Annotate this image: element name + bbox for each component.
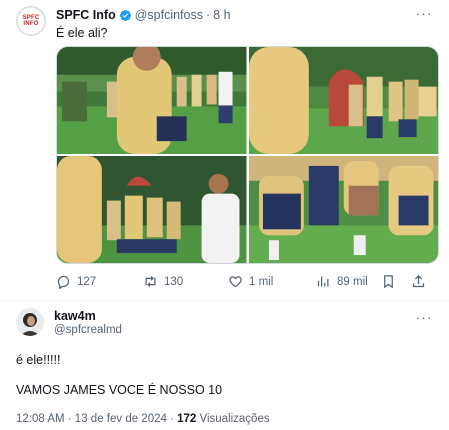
more-options-button[interactable]: ··· [413, 5, 435, 21]
spfc-logo: SPFC INFO [18, 8, 44, 34]
reply-views-count: 172 [177, 413, 197, 425]
verified-badge-icon [119, 9, 132, 22]
heart-icon [229, 276, 242, 288]
reply-text-line2: VAMOS JAMES VOCE É NOSSO 10 [16, 383, 223, 397]
reply-metadata: 12:08 AM · 13 de fev de 2024 · 172 Visua… [16, 413, 270, 425]
photo-2[interactable] [248, 47, 438, 154]
avatar-logo-line2: INFO [23, 21, 39, 27]
bookmark-icon [384, 275, 393, 289]
photo-3[interactable] [57, 156, 247, 263]
reply-button[interactable]: 127 [56, 274, 96, 289]
retweet-count: 130 [164, 275, 184, 288]
tweet-actions: 127 130 1 mil 89 mil [56, 274, 439, 292]
author-name[interactable]: SPFC Info [56, 8, 116, 22]
like-button[interactable]: 1 mil [228, 274, 273, 289]
tweet-text: É ele ali? [56, 26, 108, 40]
original-tweet[interactable]: SPFC INFO SPFC Info @spfcinfoss · 8 h ··… [0, 0, 449, 300]
reply-icon [57, 275, 70, 289]
reply-views-label: Visualizações [196, 413, 270, 425]
reply-text-line1: é ele!!!!! [16, 353, 61, 367]
header-separator: · [206, 8, 211, 22]
tweet-header: SPFC Info @spfcinfoss · 8 h [56, 8, 231, 22]
views-count: 89 mil [337, 275, 368, 288]
views-chart-icon [317, 276, 329, 287]
bookmark-button[interactable] [381, 274, 396, 289]
author-handle[interactable]: @spfcinfoss [135, 8, 203, 22]
spfc-avatar[interactable]: SPFC INFO [16, 6, 46, 36]
like-count: 1 mil [249, 275, 274, 288]
share-button[interactable] [411, 274, 426, 289]
media-grid [56, 46, 439, 264]
tweet-time[interactable]: 8 h [213, 8, 230, 22]
photo-1[interactable] [57, 47, 247, 154]
reply-timestamp[interactable]: 12:08 AM · 13 de fev de 2024 · [16, 413, 177, 425]
photo-4[interactable] [248, 156, 438, 263]
divider [0, 300, 449, 301]
views-button[interactable]: 89 mil [316, 274, 368, 289]
reply-author-handle[interactable]: @spfcrealmd [54, 324, 122, 336]
retweet-button[interactable]: 130 [143, 274, 183, 289]
reply-count: 127 [77, 275, 97, 288]
share-icon [412, 274, 425, 288]
retweet-icon [145, 276, 156, 287]
reply-avatar[interactable] [16, 308, 44, 336]
reply-more-options-button[interactable]: ··· [413, 309, 435, 325]
reply-author-name[interactable]: kaw4m [54, 309, 96, 323]
